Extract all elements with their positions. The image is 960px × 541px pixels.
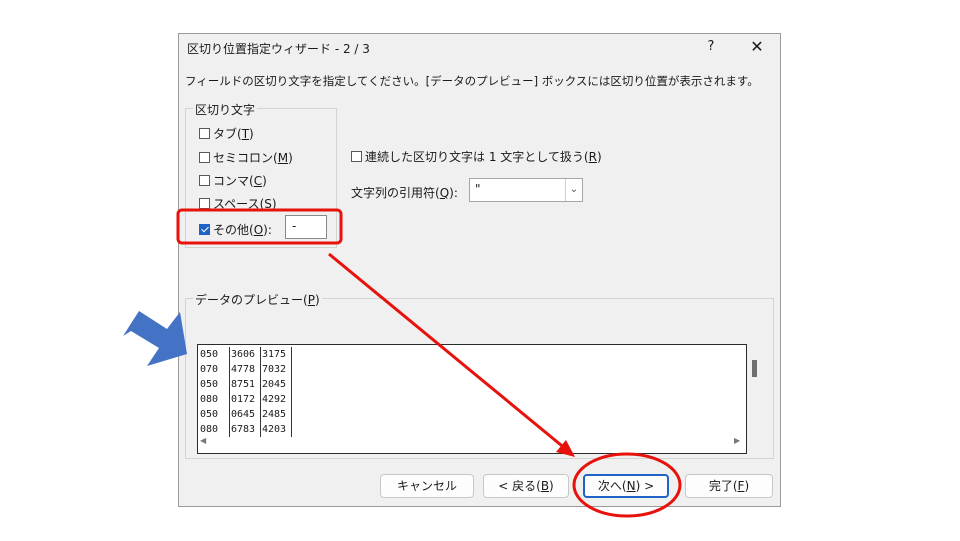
preview-cell: 070 (199, 362, 230, 377)
preview-cell: 3606 (230, 347, 261, 362)
finish-button[interactable]: 完了(F) (685, 474, 773, 498)
preview-row: 050 8751 2045 (199, 377, 292, 392)
data-preview-box[interactable]: 050 3606 3175 070 4778 7032 050 8751 2045 080 0172… (197, 344, 747, 454)
scroll-right-icon[interactable]: ▶ (734, 436, 740, 445)
preview-cell: 080 (199, 422, 230, 437)
preview-cell: 6783 (230, 422, 261, 437)
close-button[interactable]: ✕ (745, 37, 769, 56)
preview-rows: 050 3606 3175 070 4778 7032 050 8751 2045 080 0172… (199, 347, 292, 437)
checkbox-box-checked[interactable] (199, 224, 210, 235)
preview-cell: 3175 (261, 347, 292, 362)
checkbox-box[interactable] (199, 175, 210, 186)
preview-cell: 4203 (261, 422, 292, 437)
instruction-text: フィールドの区切り文字を指定してください。[データのプレビュー] ボックスには区… (185, 74, 759, 88)
checkbox-semicolon[interactable]: セミコロン(M) (199, 149, 293, 166)
checkbox-other[interactable]: その他(O): (199, 221, 272, 238)
preview-cell: 7032 (261, 362, 292, 377)
preview-cell: 050 (199, 377, 230, 392)
data-preview-label: データのプレビュー(P) (193, 291, 322, 308)
preview-cell: 0172 (230, 392, 261, 407)
checkbox-box[interactable] (199, 152, 210, 163)
preview-cell: 4292 (261, 392, 292, 407)
text-qualifier-value: " (475, 182, 481, 196)
scroll-left-icon[interactable]: ◀ (200, 436, 206, 445)
preview-row: 050 3606 3175 (199, 347, 292, 362)
text-qualifier-dropdown[interactable]: " ⌄ (469, 178, 583, 202)
checkbox-box[interactable] (199, 128, 210, 139)
checkbox-comma-label: コンマ(C) (213, 174, 267, 188)
dialog-title: 区切り位置指定ウィザード - 2 / 3 (187, 42, 370, 56)
other-delimiter-input[interactable]: - (285, 215, 327, 239)
back-button[interactable]: < 戻る(B) (483, 474, 569, 498)
text-qualifier-label: 文字列の引用符(Q): (351, 186, 458, 200)
checkbox-space[interactable]: スペース(S) (199, 195, 277, 212)
chevron-down-icon[interactable]: ⌄ (565, 179, 582, 201)
vertical-scrollbar-thumb[interactable] (752, 360, 757, 377)
checkbox-tab[interactable]: タブ(T) (199, 125, 254, 142)
preview-row: 050 0645 2485 (199, 407, 292, 422)
checkbox-box[interactable] (199, 198, 210, 209)
checkbox-other-label: その他(O): (213, 223, 272, 237)
checkbox-treat-consecutive-label: 連続した区切り文字は 1 文字として扱う(R) (365, 150, 602, 164)
checkbox-box[interactable] (351, 151, 362, 162)
preview-cell: 2045 (261, 377, 292, 392)
title-bar: 区切り位置指定ウィザード - 2 / 3 ? ✕ (179, 34, 780, 62)
preview-cell: 050 (199, 347, 230, 362)
preview-cell: 4778 (230, 362, 261, 377)
preview-cell: 080 (199, 392, 230, 407)
checkbox-space-label: スペース(S) (213, 197, 277, 211)
checkbox-treat-consecutive[interactable]: 連続した区切り文字は 1 文字として扱う(R) (351, 148, 602, 165)
preview-row: 070 4778 7032 (199, 362, 292, 377)
preview-cell: 8751 (230, 377, 261, 392)
preview-row: 080 6783 4203 (199, 422, 292, 437)
preview-cell: 0645 (230, 407, 261, 422)
preview-cell: 050 (199, 407, 230, 422)
checkbox-comma[interactable]: コンマ(C) (199, 172, 267, 189)
delimiters-group-label: 区切り文字 (193, 101, 258, 118)
next-button[interactable]: 次へ(N) > (583, 474, 669, 498)
cancel-button[interactable]: キャンセル (380, 474, 474, 498)
text-to-columns-dialog: 区切り位置指定ウィザード - 2 / 3 ? ✕ フィールドの区切り文字を指定し… (178, 33, 781, 507)
checkbox-semicolon-label: セミコロン(M) (213, 151, 293, 165)
checkbox-tab-label: タブ(T) (213, 127, 254, 141)
help-button[interactable]: ? (701, 39, 721, 54)
preview-cell: 2485 (261, 407, 292, 422)
preview-row: 080 0172 4292 (199, 392, 292, 407)
